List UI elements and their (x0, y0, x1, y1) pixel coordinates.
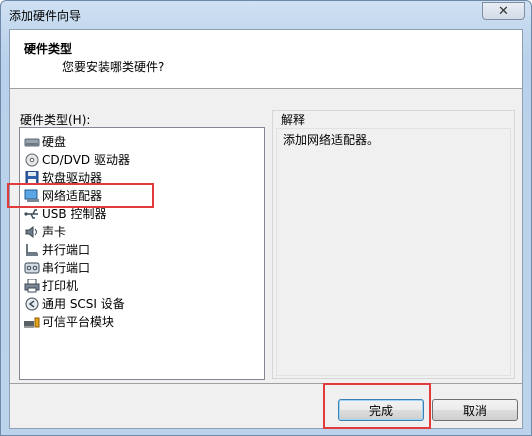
finish-button-highlight (323, 383, 431, 429)
list-item-cd-dvd[interactable]: CD/DVD 驱动器 (24, 151, 130, 168)
window-title: 添加硬件向导 (9, 9, 82, 23)
list-item-sound-card[interactable]: 声卡 (24, 223, 66, 240)
selected-item-highlight (7, 183, 154, 208)
list-item-trusted-platform-module[interactable]: 可信平台模块 (24, 313, 114, 330)
wizard-content: 硬件类型 您要安装哪类硬件? 硬件类型(H): 硬盘 CD/DVD 驱动器 软盘… (9, 29, 523, 429)
list-item-label: 声卡 (42, 225, 67, 239)
serial-port-icon (24, 261, 40, 275)
explanation-title: 解释 (281, 113, 306, 127)
list-item-parallel-port[interactable]: 并行端口 (24, 241, 90, 258)
list-item-label: 串行端口 (42, 261, 91, 275)
printer-icon (24, 278, 40, 293)
add-hardware-wizard-window: 添加硬件向导 ✕ 硬件类型 您要安装哪类硬件? 硬件类型(H): 硬盘 CD/D… (0, 0, 532, 436)
scsi-icon (24, 297, 40, 311)
parallel-port-icon (24, 243, 40, 257)
close-button[interactable]: ✕ (482, 2, 525, 20)
sound-card-icon (24, 225, 40, 239)
page-title: 硬件类型 (24, 42, 73, 56)
explanation-group: 解释 添加网络适配器。 (272, 110, 515, 379)
list-item-scsi-device[interactable]: 通用 SCSI 设备 (24, 295, 125, 312)
hard-disk-icon (24, 135, 40, 149)
explanation-box: 添加网络适配器。 (276, 128, 511, 376)
list-item-label: 可信平台模块 (42, 315, 115, 329)
list-item-label: CD/DVD 驱动器 (42, 153, 130, 167)
list-item-hard-disk[interactable]: 硬盘 (24, 133, 66, 150)
list-item-serial-port[interactable]: 串行端口 (24, 259, 90, 276)
title-bar[interactable]: 添加硬件向导 ✕ (1, 1, 531, 29)
cd-dvd-icon (24, 153, 40, 167)
list-item-label: 打印机 (42, 279, 79, 293)
footer-divider (10, 383, 522, 384)
close-icon: ✕ (498, 3, 509, 19)
list-item-printer[interactable]: 打印机 (24, 277, 78, 294)
wizard-header: 硬件类型 您要安装哪类硬件? (10, 30, 522, 89)
tpm-icon (24, 315, 40, 329)
hardware-type-list[interactable]: 硬盘 CD/DVD 驱动器 软盘驱动器 网络适配器 USB 控制器 声卡 并行端… (19, 127, 265, 380)
usb-icon (24, 207, 40, 221)
list-item-label: 并行端口 (42, 243, 91, 257)
explanation-text: 添加网络适配器。 (283, 133, 380, 147)
list-item-label: 通用 SCSI 设备 (42, 297, 125, 311)
cancel-button[interactable]: 取消 (432, 399, 518, 421)
list-item-label: 硬盘 (42, 135, 67, 149)
page-subtitle: 您要安装哪类硬件? (62, 60, 165, 74)
hardware-type-label: 硬件类型(H): (20, 113, 91, 127)
